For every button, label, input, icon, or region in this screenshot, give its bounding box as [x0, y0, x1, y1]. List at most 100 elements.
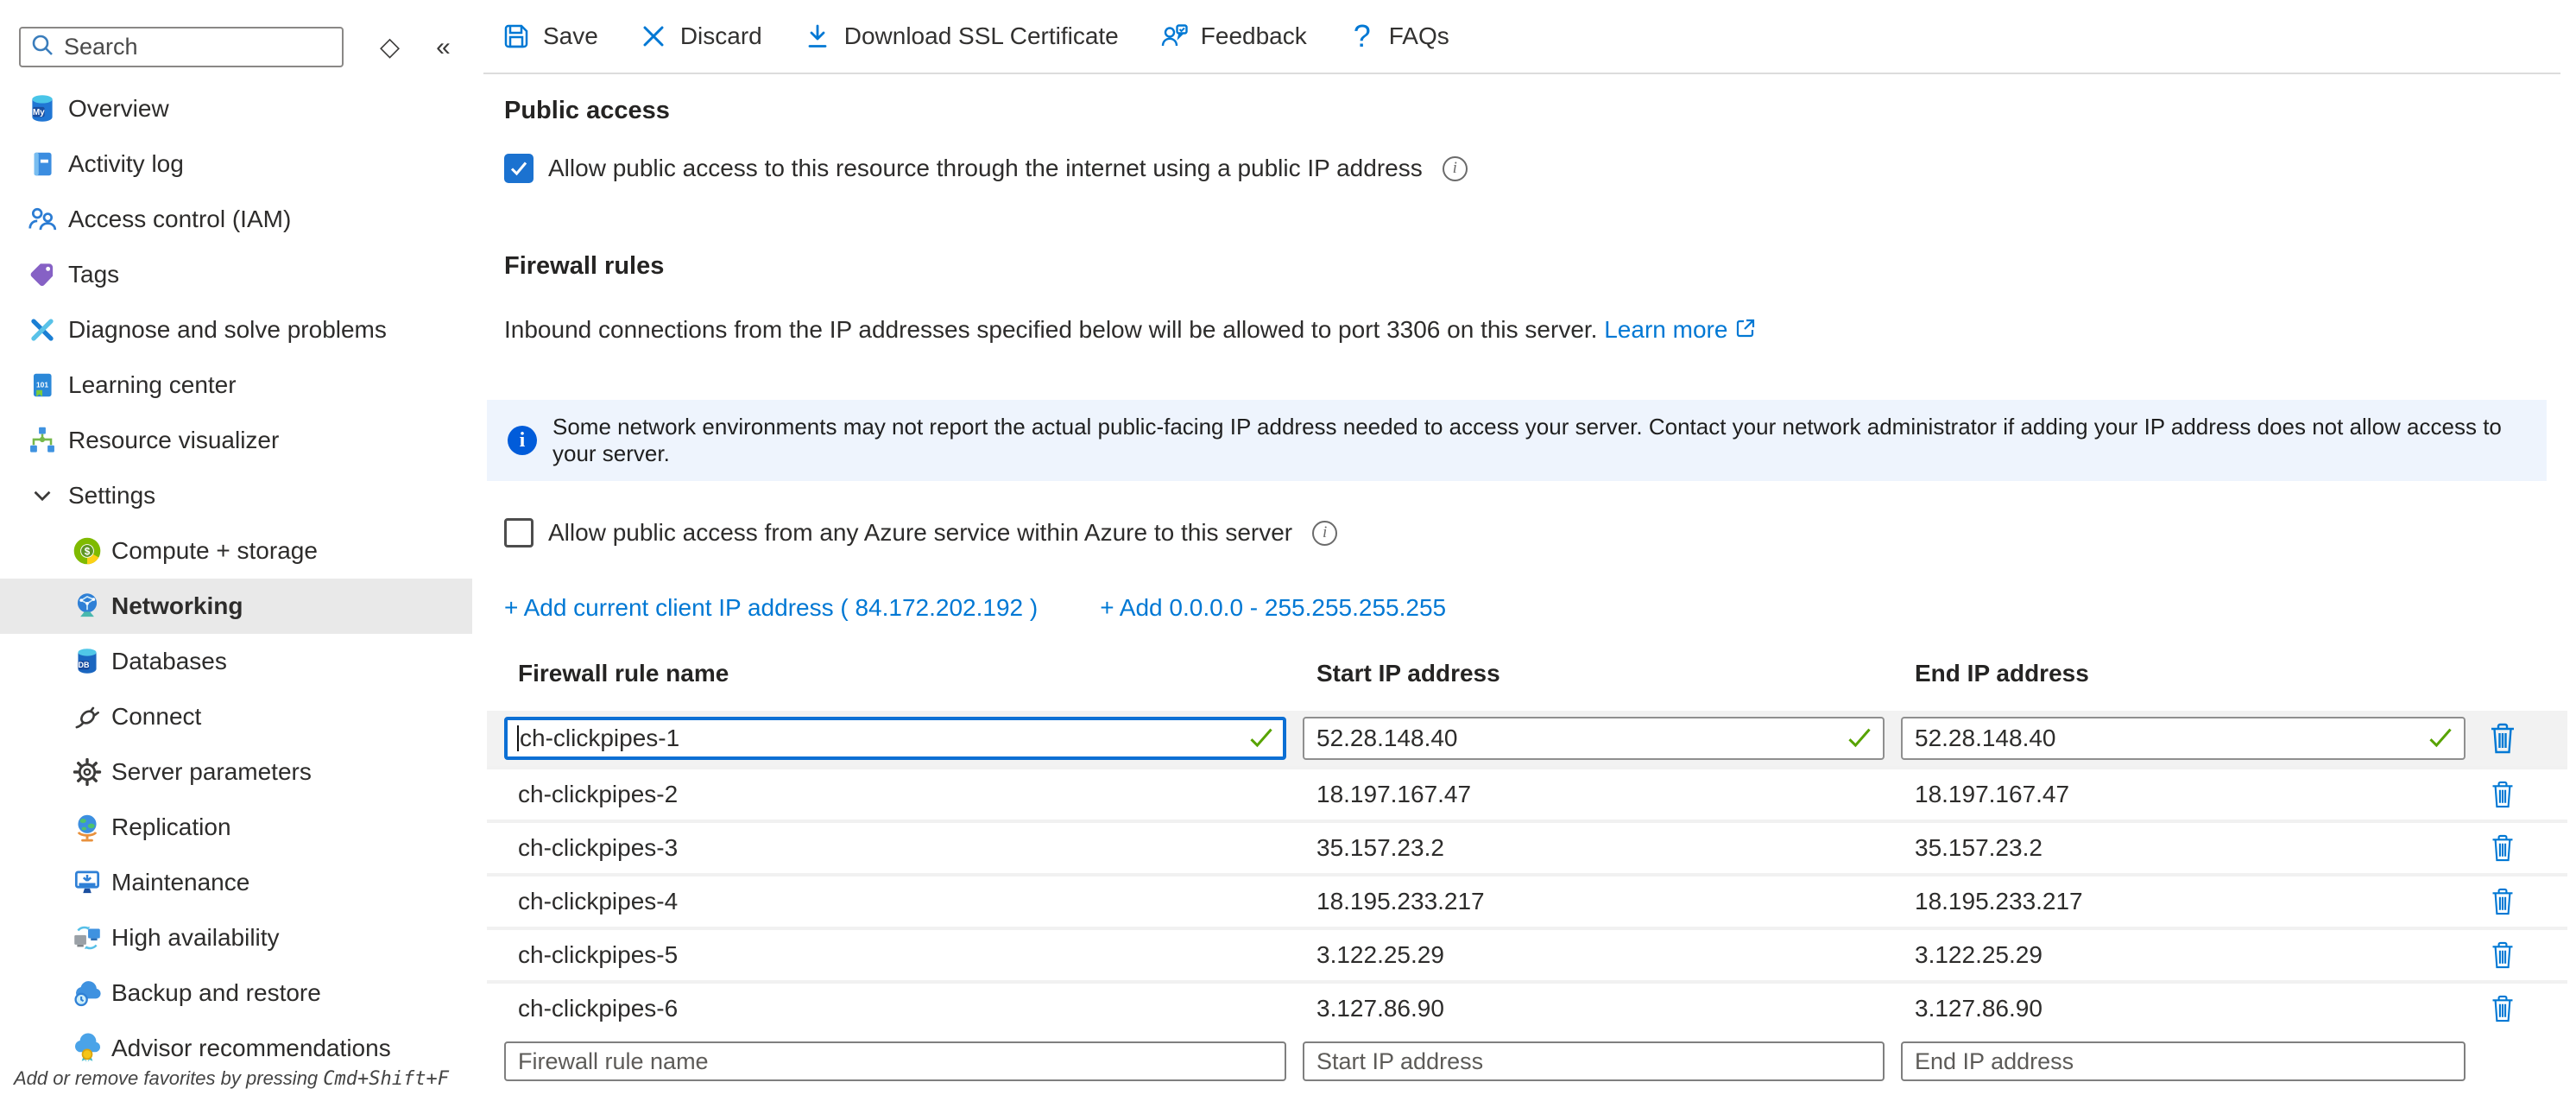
sidebar-item-resource-visualizer[interactable]: Resource visualizer — [0, 413, 472, 468]
learning-center-icon: 101 — [26, 369, 59, 402]
delete-rule-button[interactable] — [2484, 934, 2522, 976]
info-icon[interactable]: i — [1312, 521, 1337, 546]
table-row: ch-clickpipes-5 3.122.25.29 3.122.25.29 — [487, 927, 2567, 980]
learn-more-link[interactable]: Learn more — [1604, 316, 1727, 343]
search-icon — [29, 32, 55, 62]
access-control-icon — [26, 203, 59, 236]
sidebar-item-tags[interactable]: Tags — [0, 247, 472, 302]
mysql-server-icon: My — [26, 92, 59, 125]
pin-menu-icon[interactable]: ◇ — [380, 35, 400, 60]
discard-button[interactable]: Discard — [638, 21, 762, 52]
end-ip-cell: 3.122.25.29 — [1901, 941, 2466, 969]
sidebar-item-label: Backup and restore — [111, 979, 321, 1007]
public-access-checkbox[interactable] — [504, 154, 534, 183]
sidebar-item-label: Access control (IAM) — [68, 206, 291, 233]
sidebar-item-replication[interactable]: Replication — [0, 800, 472, 855]
banner-info-icon: i — [508, 426, 537, 455]
sidebar-item-access-control[interactable]: Access control (IAM) — [0, 192, 472, 247]
save-button[interactable]: Save — [501, 21, 598, 52]
sidebar-item-maintenance[interactable]: Maintenance — [0, 855, 472, 910]
start-ip-input[interactable] — [1303, 717, 1885, 760]
favorites-hint-text: Add or remove favorites by pressing — [14, 1067, 323, 1089]
azure-services-checkbox[interactable] — [504, 518, 534, 548]
new-rule-name-input[interactable] — [504, 1041, 1286, 1081]
backup-restore-icon — [71, 977, 104, 1010]
faqs-button[interactable]: ? FAQs — [1347, 21, 1449, 52]
sidebar-item-label: Settings — [68, 482, 155, 510]
public-access-checkbox-label: Allow public access to this resource thr… — [548, 155, 1423, 182]
delete-rule-button[interactable] — [2484, 774, 2522, 815]
rule-name-cell: ch-clickpipes-4 — [504, 888, 1286, 915]
rule-name-cell: ch-clickpipes-2 — [504, 781, 1286, 808]
rule-name-cell: ch-clickpipes-6 — [504, 995, 1286, 1022]
resource-visualizer-icon — [26, 424, 59, 457]
text-caret — [517, 725, 519, 751]
add-client-ip-link[interactable]: + Add current client IP address ( 84.172… — [504, 594, 1038, 622]
svg-text:$: $ — [85, 547, 91, 558]
sidebar-item-high-availability[interactable]: High availability — [0, 910, 472, 965]
start-ip-cell: 35.157.23.2 — [1303, 834, 1885, 862]
firewall-rules-table: Firewall rule name Start IP address End … — [487, 656, 2567, 1083]
sidebar-item-diagnose[interactable]: Diagnose and solve problems — [0, 302, 472, 358]
favorites-shortcut: Cmd+Shift+F — [323, 1068, 449, 1090]
sidebar-item-server-parameters[interactable]: Server parameters — [0, 744, 472, 800]
delete-rule-button[interactable] — [2484, 988, 2522, 1029]
sidebar-item-label: Databases — [111, 648, 227, 675]
search-input[interactable] — [64, 34, 333, 60]
sidebar-item-settings-group[interactable]: Settings — [0, 468, 472, 523]
sidebar-item-label: Resource visualizer — [68, 427, 279, 454]
valid-check-icon — [2428, 726, 2453, 755]
header-firewall-rule-name: Firewall rule name — [504, 660, 1286, 687]
sidebar-item-connect[interactable]: Connect — [0, 689, 472, 744]
sidebar-item-compute-storage[interactable]: $ Compute + storage — [0, 523, 472, 579]
firewall-rules-heading: Firewall rules — [504, 252, 664, 281]
gear-icon — [71, 756, 104, 788]
sidebar-item-learning-center[interactable]: 101 Learning center — [0, 358, 472, 413]
firewall-description: Inbound connections from the IP addresse… — [504, 316, 1757, 345]
sidebar-item-backup-restore[interactable]: Backup and restore — [0, 965, 472, 1021]
sidebar-item-label: Advisor recommendations — [111, 1035, 391, 1062]
toolbar-divider — [483, 73, 2560, 74]
info-icon[interactable]: i — [1443, 156, 1468, 181]
maintenance-icon — [71, 866, 104, 899]
download-ssl-certificate-button[interactable]: Download SSL Certificate — [802, 21, 1119, 52]
question-mark-icon: ? — [1347, 21, 1378, 52]
sidebar-item-label: Overview — [68, 95, 169, 123]
save-icon — [501, 21, 532, 52]
add-full-range-link[interactable]: + Add 0.0.0.0 - 255.255.255.255 — [1100, 594, 1446, 622]
sidebar-item-overview[interactable]: My Overview — [0, 81, 472, 136]
end-ip-cell: 3.127.86.90 — [1901, 995, 2466, 1022]
table-row: ch-clickpipes-4 18.195.233.217 18.195.23… — [487, 873, 2567, 927]
sidebar-item-label: Diagnose and solve problems — [68, 316, 387, 344]
table-row-editing — [487, 711, 2567, 766]
sidebar-item-databases[interactable]: DB Databases — [0, 634, 472, 689]
new-end-ip-input[interactable] — [1901, 1041, 2466, 1081]
delete-rule-button[interactable] — [2484, 718, 2522, 759]
sidebar-item-activity-log[interactable]: Activity log — [0, 136, 472, 192]
feedback-button[interactable]: Feedback — [1159, 21, 1307, 52]
delete-rule-button[interactable] — [2484, 827, 2522, 869]
header-start-ip: Start IP address — [1303, 660, 1885, 687]
search-box[interactable] — [19, 27, 344, 67]
sidebar-item-label: Networking — [111, 592, 243, 620]
valid-check-icon — [1248, 726, 1274, 755]
banner-text: Some network environments may not report… — [552, 414, 2526, 467]
sidebar-item-networking[interactable]: Networking — [0, 579, 472, 634]
rule-name-input[interactable] — [504, 717, 1286, 760]
advisor-recommendations-icon — [71, 1032, 104, 1065]
sidebar-item-label: High availability — [111, 924, 280, 952]
collapse-sidebar-icon[interactable]: « — [436, 35, 451, 60]
tag-icon — [26, 258, 59, 291]
new-start-ip-input[interactable] — [1303, 1041, 1885, 1081]
delete-rule-button[interactable] — [2484, 881, 2522, 922]
sidebar-item-label: Compute + storage — [111, 537, 318, 565]
end-ip-cell: 35.157.23.2 — [1901, 834, 2466, 862]
start-ip-cell: 3.122.25.29 — [1303, 941, 1885, 969]
add-links-row: + Add current client IP address ( 84.172… — [504, 594, 1446, 622]
external-link-icon — [1734, 317, 1757, 345]
main-content: Save Discard Download SSL Certificate Fe… — [472, 0, 2576, 1095]
start-ip-cell: 3.127.86.90 — [1303, 995, 1885, 1022]
end-ip-cell: 18.197.167.47 — [1901, 781, 2466, 808]
end-ip-input[interactable] — [1901, 717, 2466, 760]
start-ip-input-wrap — [1303, 717, 1885, 760]
